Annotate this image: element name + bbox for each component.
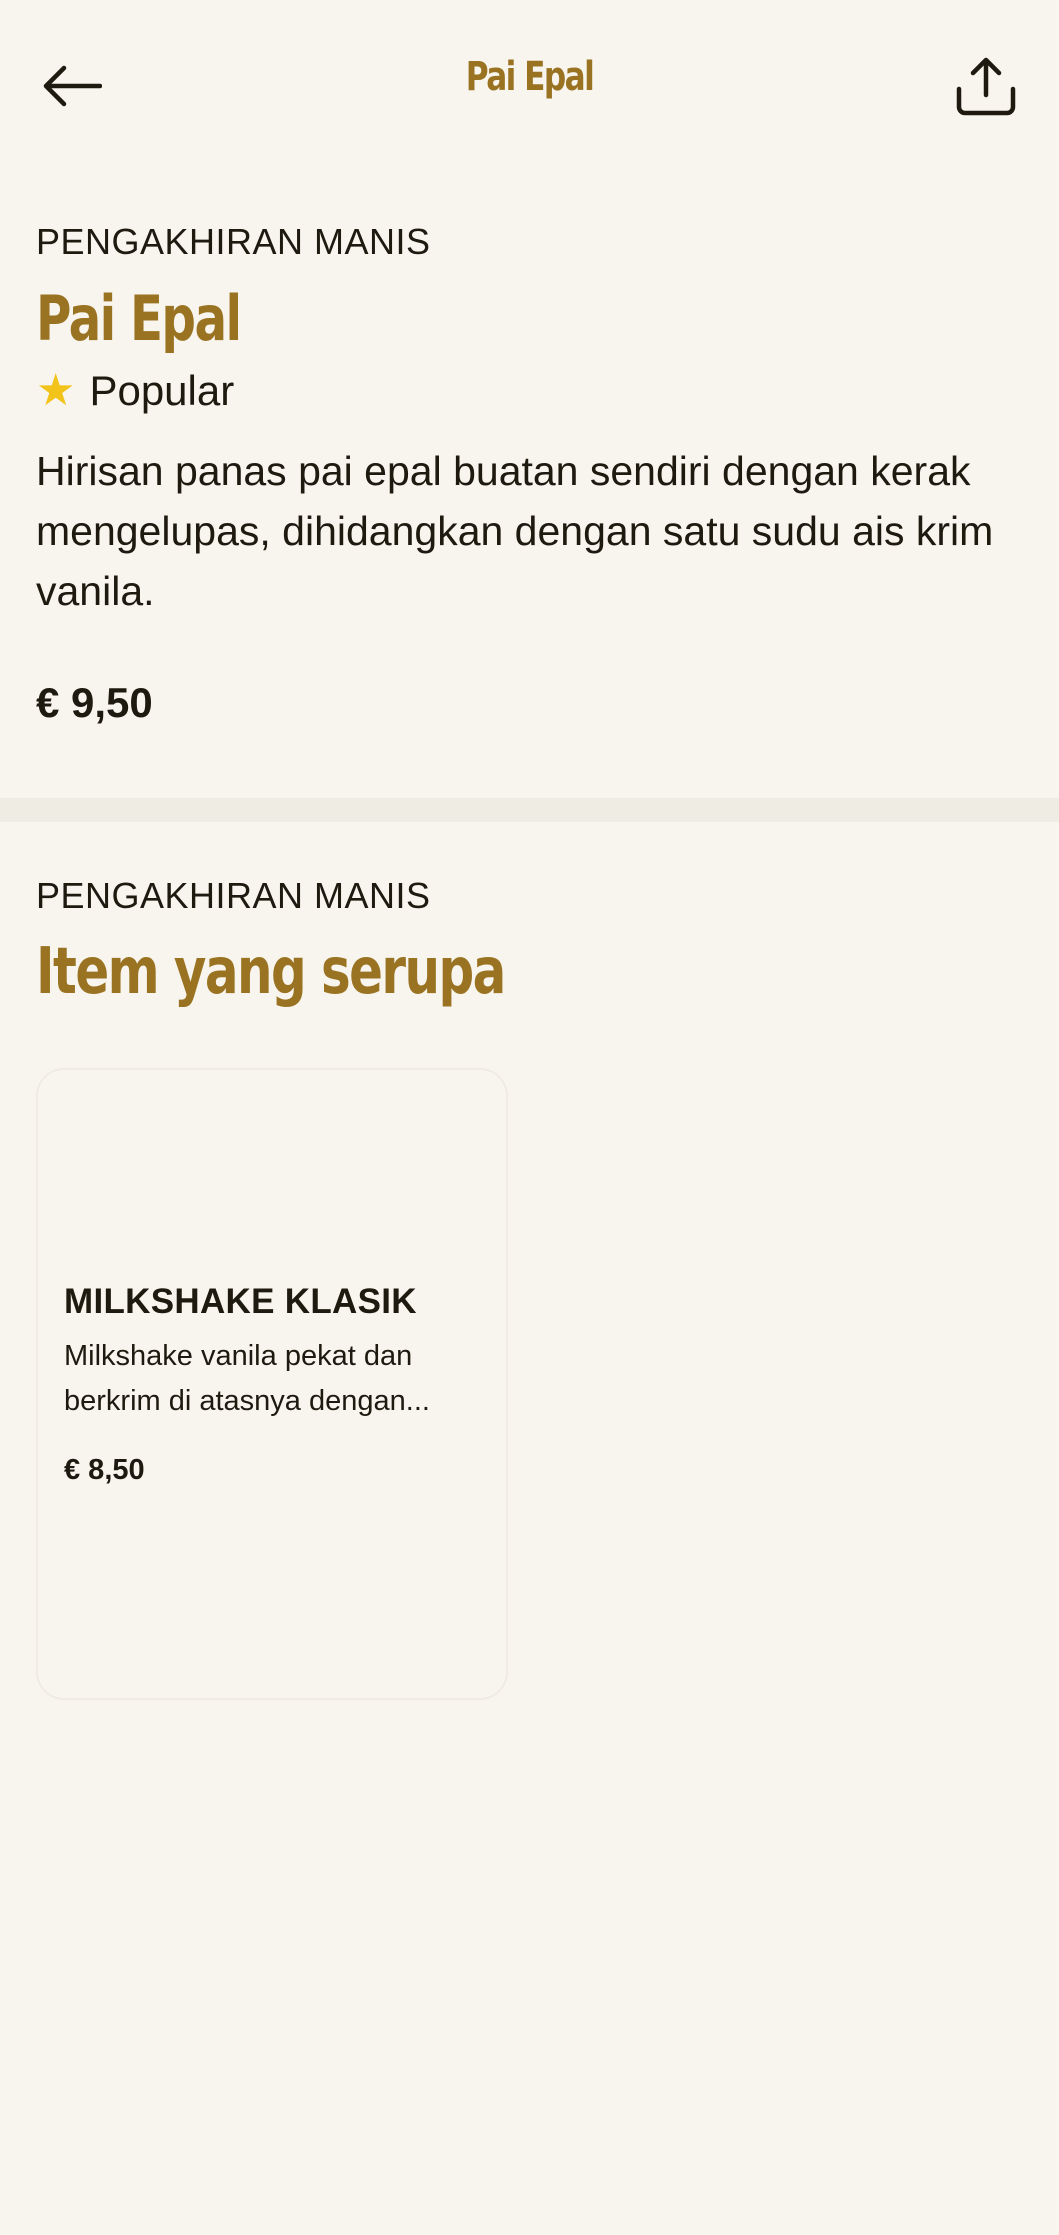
item-description: Hirisan panas pai epal buatan sendiri de… [36,448,994,615]
item-category: PENGAKHIRAN MANIS [36,221,431,262]
popular-badge: ★ Popular [36,367,1026,415]
section-divider [0,798,1059,822]
similar-item-card[interactable]: MILKSHAKE KLASIK Milkshake vanila pekat … [36,1068,508,1700]
back-button[interactable] [30,44,114,128]
arrow-left-icon [43,65,102,107]
share-icon [956,57,1016,116]
similar-title: Item yang serupa [36,935,506,1010]
card-item-description: Milkshake vanila pekat dan berkrim di at… [64,1340,430,1417]
item-detail: PENGAKHIRAN MANIS Pai Epal ★ Popular Hir… [36,220,1026,727]
card-item-price: € 8,50 [64,1454,145,1486]
badge-label: Popular [89,367,235,415]
page-title: Pai Epal [465,54,595,100]
similar-items-section: PENGAKHIRAN MANIS Item yang serupa [36,874,1026,1008]
card-item-name: MILKSHAKE KLASIK [64,1282,417,1321]
share-button[interactable] [944,44,1028,128]
similar-category: PENGAKHIRAN MANIS [36,875,431,916]
item-price: € 9,50 [36,679,153,727]
top-app-bar: Pai Epal [0,0,1059,170]
item-name: Pai Epal [36,282,242,356]
star-icon: ★ [36,366,76,416]
